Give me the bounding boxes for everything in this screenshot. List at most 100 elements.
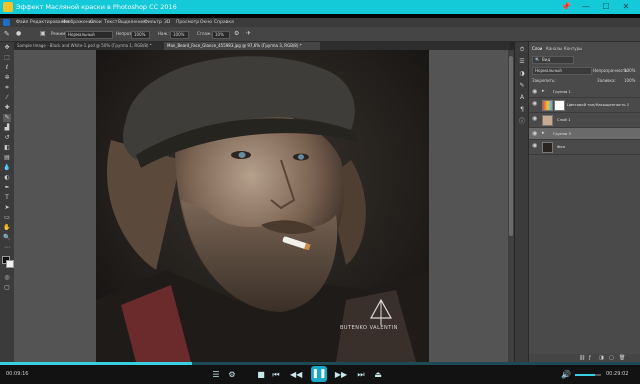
menu-3d[interactable]: 3D — [164, 18, 170, 27]
trash-icon[interactable]: 🗑 — [619, 355, 625, 361]
stamp-tool-icon[interactable]: ▟ — [3, 124, 11, 132]
layer-row-layer-1[interactable]: ◉ Слой 1 — [529, 113, 640, 128]
tab-sample-image[interactable]: Sample Image - Black and White-1.psd @ 5… — [14, 42, 162, 50]
healing-tool-icon[interactable]: ✚ — [3, 104, 11, 112]
blur-tool-icon[interactable]: 💧 — [3, 164, 11, 172]
move-tool-icon[interactable]: ✥ — [3, 44, 11, 52]
crop-tool-icon[interactable]: ⌗ — [3, 84, 11, 92]
quick-mask-icon[interactable]: ◎ — [3, 274, 11, 282]
layer-row-background[interactable]: ◉ Фон — [529, 140, 640, 155]
volume-slider[interactable] — [575, 374, 601, 376]
dodge-tool-icon[interactable]: ◐ — [3, 174, 11, 182]
visibility-eye-icon[interactable]: ◉ — [532, 130, 537, 137]
panel-opacity-value[interactable]: 100% — [624, 67, 635, 74]
time-total: 00:29:02 — [606, 371, 629, 377]
info-panel-icon[interactable]: ⓘ — [518, 118, 526, 126]
volume-icon[interactable]: 🔊 — [560, 369, 572, 380]
gradient-tool-icon[interactable]: ▤ — [3, 154, 11, 162]
eject-icon[interactable]: ⏏ — [372, 369, 384, 380]
brush-size-icon[interactable]: ● — [16, 27, 21, 41]
stop-icon[interactable]: ■ — [255, 369, 267, 380]
layer-filter-select[interactable]: 🔍 Вид — [532, 56, 574, 64]
layer-row-hue-saturation[interactable]: ◉ Цветовой тон/Насыщенность 1 — [529, 98, 640, 113]
settings-gear-icon[interactable]: ⚙ — [234, 27, 239, 41]
visibility-eye-icon[interactable]: ◉ — [532, 100, 537, 107]
canvas-image[interactable]: BUTENKO VALENTIN — [96, 50, 429, 362]
eraser-tool-icon[interactable]: ◧ — [3, 144, 11, 152]
paragraph-panel-icon[interactable]: ¶ — [518, 106, 526, 114]
layer-thumb — [542, 115, 553, 126]
scrollbar-thumb[interactable] — [509, 56, 513, 236]
smoothing-field[interactable]: 10% — [212, 31, 230, 39]
flow-label: Наж.: — [158, 31, 170, 36]
menu-file[interactable]: Файл — [16, 18, 28, 27]
fill-value[interactable]: 100% — [624, 77, 635, 84]
pause-button[interactable]: ❚❚ — [311, 366, 327, 382]
menu-filter[interactable]: Фильтр — [144, 18, 162, 27]
lasso-tool-icon[interactable]: ℓ — [3, 64, 11, 72]
path-select-icon[interactable]: ➤ — [3, 204, 11, 212]
folder-icon: ▸ — [542, 130, 545, 136]
tab-channels[interactable]: Каналы — [546, 45, 562, 53]
settings-icon[interactable]: ⚙ — [226, 369, 238, 380]
brush-panel-icon[interactable]: ▣ — [40, 27, 46, 41]
zoom-tool-icon[interactable]: 🔍 — [3, 234, 11, 242]
volume-fill — [575, 374, 595, 376]
previous-icon[interactable]: ⏮ — [270, 369, 282, 380]
maximize-button[interactable]: ☐ — [597, 0, 615, 14]
brush-tool-icon[interactable]: ✎ — [4, 27, 10, 41]
window-title: Эффект Масляной краски в Photoshop CC 20… — [16, 3, 177, 11]
eyedropper-tool-icon[interactable]: ⁄ — [3, 94, 11, 102]
more-tools-icon[interactable]: ⋯ — [3, 244, 11, 252]
close-button[interactable]: ✕ — [617, 0, 635, 14]
screen-mode-icon[interactable]: ▢ — [3, 284, 11, 292]
adjustments-panel-icon[interactable]: ◑ — [518, 70, 526, 78]
player-app-icon — [3, 2, 13, 12]
add-mask-icon[interactable]: ◨ — [599, 355, 604, 361]
airbrush-icon[interactable]: ✈ — [246, 27, 251, 41]
menu-view[interactable]: Просмотр — [176, 18, 199, 27]
visibility-eye-icon[interactable]: ◉ — [532, 88, 537, 95]
brush-panel-icon[interactable]: ✎ — [518, 82, 526, 90]
opacity-field[interactable]: 100% — [131, 31, 150, 39]
layer-row-group-3[interactable]: ◉ ▸ Группа 3 — [529, 128, 640, 140]
new-layer-icon[interactable]: ▢ — [609, 355, 614, 361]
pin-icon[interactable]: 📌 — [557, 0, 575, 14]
link-layers-icon[interactable]: ⛓ — [579, 355, 585, 361]
brush-tool-icon[interactable]: ✎ — [3, 114, 11, 122]
visibility-eye-icon[interactable]: ◉ — [532, 142, 537, 149]
menu-type[interactable]: Текст — [104, 18, 117, 27]
document-tabbar: Sample Image - Black and White-1.psd @ 5… — [14, 42, 510, 50]
menu-select[interactable]: Выделение — [118, 18, 145, 27]
next-icon[interactable]: ⏭ — [355, 369, 367, 380]
mode-select[interactable]: Нормальный — [65, 31, 113, 39]
minimize-button[interactable]: — — [577, 0, 595, 14]
visibility-eye-icon[interactable]: ◉ — [532, 115, 537, 122]
menu-help[interactable]: Справка — [214, 18, 234, 27]
tab-layers[interactable]: Слои — [532, 45, 542, 53]
rewind-icon[interactable]: ◀◀ — [290, 369, 302, 380]
portrait-image — [96, 50, 429, 362]
forward-icon[interactable]: ▶▶ — [334, 369, 348, 380]
menu-layers[interactable]: Слои — [90, 18, 102, 27]
tab-man-beard[interactable]: Man_Beard_Face_Glance_455983.jpg @ 97,6%… — [164, 42, 320, 50]
hand-tool-icon[interactable]: ✋ — [3, 224, 11, 232]
ps-dock-strip: ⏱ ☰ ◑ ✎ A ¶ ⓘ — [514, 42, 529, 364]
menu-window[interactable]: Окно — [200, 18, 212, 27]
history-brush-icon[interactable]: ↺ — [3, 134, 11, 142]
blend-mode-select[interactable]: Нормальный — [532, 67, 592, 75]
background-color-swatch[interactable] — [6, 260, 14, 268]
quick-select-tool-icon[interactable]: ✲ — [3, 74, 11, 82]
history-panel-icon[interactable]: ⏱ — [518, 46, 526, 54]
type-tool-icon[interactable]: T — [3, 194, 11, 202]
flow-field[interactable]: 100% — [170, 31, 189, 39]
tab-paths[interactable]: Контуры — [564, 45, 582, 53]
fx-icon[interactable]: ƒ — [589, 355, 591, 361]
layer-row-group-1[interactable]: ◉ ▸ Группа 1 — [529, 86, 640, 98]
pen-tool-icon[interactable]: ✒ — [3, 184, 11, 192]
marquee-tool-icon[interactable]: ⬚ — [3, 54, 11, 62]
playlist-icon[interactable]: ☰ — [210, 369, 222, 380]
shape-tool-icon[interactable]: ▭ — [3, 214, 11, 222]
properties-panel-icon[interactable]: ☰ — [518, 58, 526, 66]
character-panel-icon[interactable]: A — [518, 94, 526, 102]
